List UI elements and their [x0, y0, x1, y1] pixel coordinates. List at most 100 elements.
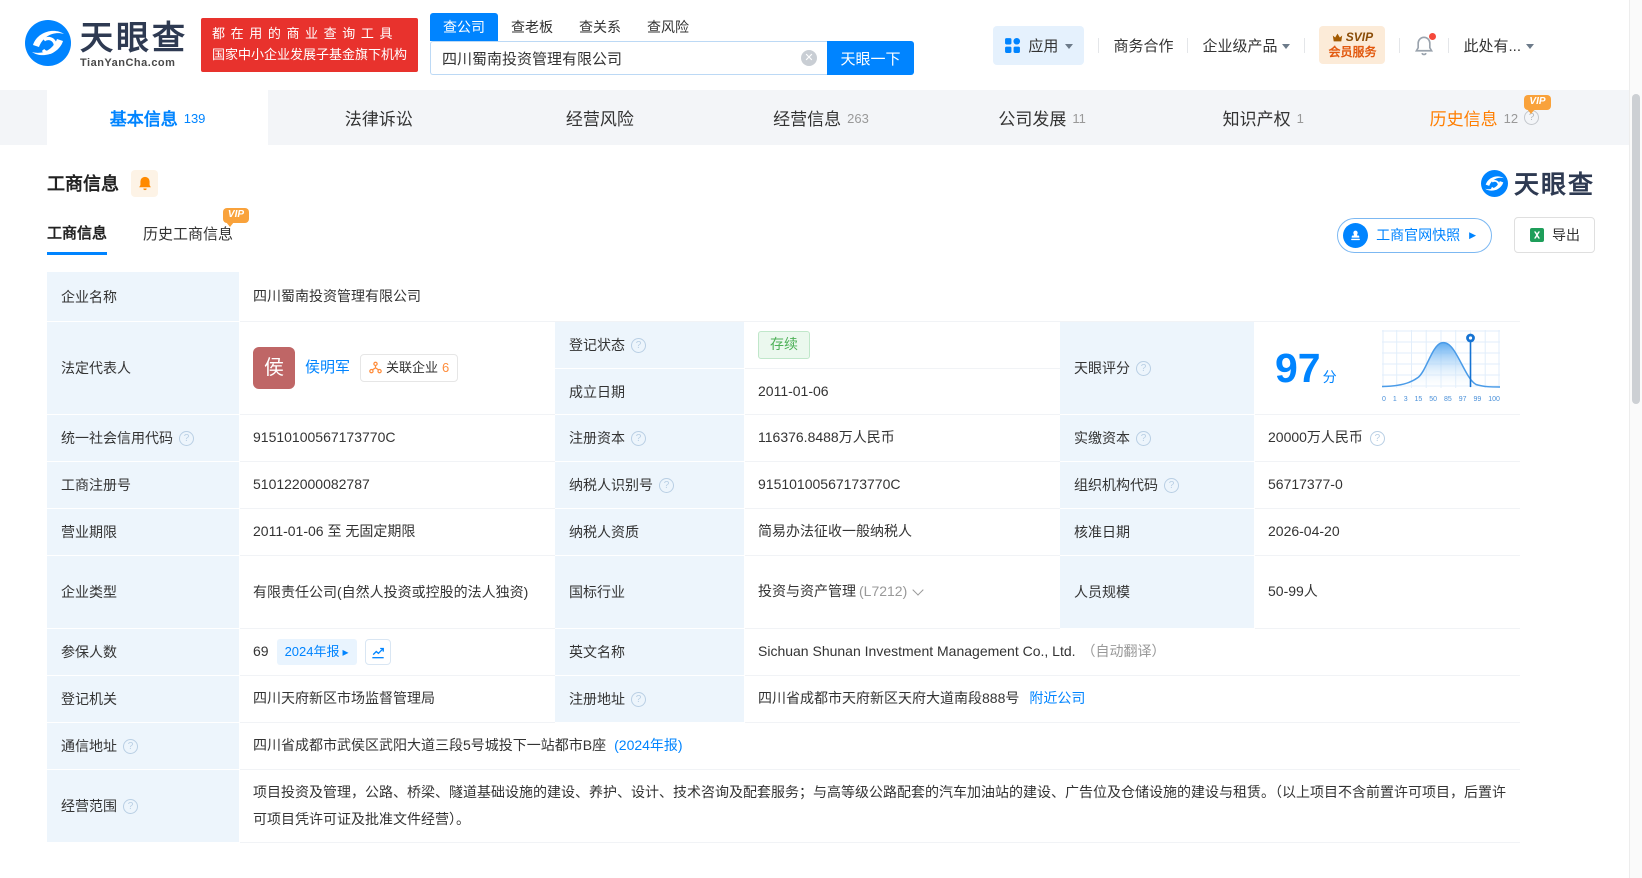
org-code-label-cell: 组织机构代码	[1060, 462, 1255, 509]
search-tab-company[interactable]: 查公司	[430, 13, 499, 41]
clear-search-icon[interactable]	[801, 50, 818, 66]
subtab-history-business-info[interactable]: 历史工商信息 VIP	[143, 208, 250, 253]
tianyancha-logo[interactable]: 天眼查 TianYanCha.com	[25, 19, 188, 71]
help-icon[interactable]	[659, 477, 674, 493]
reg-authority-value: 四川天府新区市场监督管理局	[240, 676, 555, 723]
apps-menu[interactable]: 应用	[993, 25, 1085, 65]
industry-value: 投资与资产管理	[758, 583, 856, 600]
reg-status-label: 登记状态	[569, 337, 625, 353]
related-companies-badge[interactable]: 关联企业 6	[360, 353, 459, 383]
score-distribution-chart: 0 1 3 15 50 85 97 99 100	[1381, 329, 1501, 407]
search-tab-risk[interactable]: 查风险	[634, 13, 702, 41]
approval-date-value: 2026-04-20	[1255, 509, 1520, 556]
help-icon[interactable]	[179, 430, 194, 446]
search-button[interactable]: 天眼一下	[827, 41, 915, 75]
tab-history-info[interactable]: VIP 历史信息 12	[1374, 90, 1595, 145]
search-input[interactable]	[430, 41, 828, 75]
help-icon[interactable]	[123, 738, 138, 754]
english-name-value: Sichuan Shunan Investment Management Co.…	[758, 643, 1076, 660]
legal-rep-name-link[interactable]: 侯明军	[305, 356, 350, 379]
tab-label: 法律诉讼	[344, 110, 413, 129]
business-info-table: 企业名称 四川蜀南投资管理有限公司 法定代表人 侯 侯明军 关联企业 6 登记状…	[47, 272, 1520, 843]
top-nav: 应用 商务合作 企业级产品 SVIP 会员服务 此处有...	[993, 25, 1534, 65]
credit-code-label: 统一社会信用代码	[61, 430, 173, 446]
help-icon[interactable]	[631, 691, 646, 707]
mail-address-cell: 四川省成都市武侯区武阳大道三段5号城投下一站都市B座 (2024年报)	[240, 723, 1520, 770]
annual-report-link[interactable]: (2024年报)	[614, 735, 682, 757]
scrollbar-track	[1629, 0, 1642, 878]
business-scope-value: 项目投资及管理，公路、桥梁、隧道基础设施的建设、养护、设计、技术咨询及配套服务；…	[240, 770, 1520, 843]
watermark-logo: 天眼查	[1480, 165, 1595, 201]
help-icon[interactable]	[1136, 430, 1151, 446]
reg-address-label-cell: 注册地址	[555, 676, 745, 723]
industry-label: 国标行业	[555, 556, 745, 629]
tab-count: 11	[1072, 111, 1086, 126]
nav-enterprise-products[interactable]: 企业级产品	[1202, 35, 1291, 56]
tab-intellectual-property[interactable]: 知识产权 1	[1153, 90, 1374, 145]
taxpayer-quality-label: 纳税人资质	[555, 509, 745, 556]
nav-business-coop[interactable]: 商务合作	[1113, 35, 1173, 56]
notifications-bell[interactable]	[1414, 32, 1437, 56]
logo-title: 天眼查	[80, 19, 188, 56]
help-icon[interactable]	[1369, 430, 1385, 446]
reg-status-cell: 存续	[745, 322, 1060, 369]
reg-capital-value: 116376.8488万人民币	[745, 415, 1060, 462]
org-code-value: 56717377-0	[1255, 462, 1520, 509]
official-snapshot-button[interactable]: 工商官网快照	[1337, 217, 1492, 253]
legal-rep-label: 法定代表人	[47, 322, 240, 415]
section-head: 工商信息 天眼查	[47, 165, 1595, 201]
subscribe-bell-button[interactable]	[131, 169, 158, 197]
search-block: 查公司 查老板 查关系 查风险 天眼一下	[430, 13, 915, 75]
subtab-row: 工商信息 历史工商信息 VIP 工商官网快照 导出	[47, 208, 1595, 259]
svip-member-button[interactable]: SVIP 会员服务	[1319, 26, 1386, 64]
subtab-business-info[interactable]: 工商信息	[47, 222, 108, 255]
help-icon[interactable]	[631, 337, 646, 353]
tab-basic-info[interactable]: 基本信息 139	[47, 90, 269, 145]
export-button[interactable]: 导出	[1514, 217, 1595, 253]
company-type-label: 企业类型	[47, 556, 240, 629]
score-value: 97	[1275, 344, 1321, 391]
scrollbar-thumb[interactable]	[1632, 94, 1640, 404]
help-icon[interactable]	[1164, 477, 1179, 493]
english-name-cell: Sichuan Shunan Investment Management Co.…	[745, 629, 1520, 676]
axis-tick: 50	[1429, 396, 1438, 404]
search-tab-relation[interactable]: 查关系	[566, 13, 634, 41]
network-icon	[369, 362, 382, 374]
english-name-label: 英文名称	[555, 629, 745, 676]
trend-chart-button[interactable]	[364, 639, 391, 665]
help-icon[interactable]	[123, 798, 138, 814]
tab-legal-litigation[interactable]: 法律诉讼	[268, 90, 489, 145]
tab-operating-risk[interactable]: 经营风险	[489, 90, 710, 145]
nearby-companies-link[interactable]: 附近公司	[1029, 688, 1085, 710]
score-cell: 97 分 0 1 3 15 50 85 97 99 100	[1255, 322, 1520, 415]
tianyancha-logo-icon	[25, 19, 71, 71]
paid-capital-value: 20000万人民币	[1268, 429, 1363, 446]
legal-rep-avatar[interactable]: 侯	[253, 347, 295, 389]
user-account-label: 此处有...	[1463, 37, 1521, 55]
search-tab-boss[interactable]: 查老板	[498, 13, 566, 41]
annual-report-badge[interactable]: 2024年报	[276, 638, 357, 666]
company-tabbar: 基本信息 139 法律诉讼 经营风险 经营信息 263 公司发展 11 知识产权…	[0, 90, 1642, 145]
help-icon[interactable]	[1136, 360, 1151, 376]
reg-address-label: 注册地址	[569, 691, 625, 707]
tab-company-development[interactable]: 公司发展 11	[932, 90, 1153, 145]
establish-date-value: 2011-01-06	[745, 369, 1060, 415]
taxpayer-quality-value: 简易办法征收一般纳税人	[745, 509, 1060, 556]
watermark-text: 天眼查	[1513, 171, 1595, 199]
divider	[1399, 37, 1401, 53]
chevron-down-icon[interactable]	[912, 584, 924, 596]
slogan-line2: 国家中小企业发展子基金旗下机构	[212, 47, 408, 62]
mail-address-value: 四川省成都市武侯区武阳大道三段5号城投下一站都市B座	[253, 737, 607, 754]
related-companies-count: 6	[442, 359, 450, 375]
tab-business-info[interactable]: 经营信息 263	[710, 90, 931, 145]
user-account-menu[interactable]: 此处有...	[1463, 35, 1534, 56]
establish-date-label: 成立日期	[555, 369, 745, 415]
top-header: 天眼查 TianYanCha.com 都 在 用 的 商 业 查 询 工 具 国…	[0, 0, 1642, 90]
export-label: 导出	[1552, 227, 1580, 243]
divider	[1304, 37, 1306, 53]
search-tabs: 查公司 查老板 查关系 查风险	[430, 13, 914, 41]
help-icon[interactable]	[631, 430, 646, 446]
taxpayer-id-label-cell: 纳税人识别号	[555, 462, 745, 509]
reg-address-cell: 四川省成都市天府新区天府大道南段888号 附近公司	[745, 676, 1520, 723]
score-label: 天眼评分	[1074, 360, 1130, 376]
